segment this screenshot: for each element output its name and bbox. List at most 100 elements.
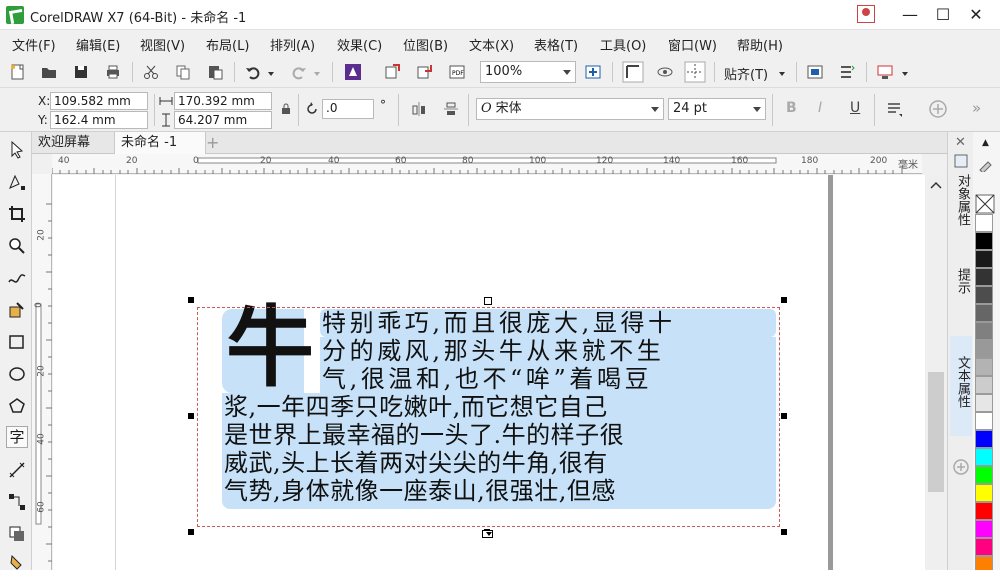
italic-icon[interactable]: I	[818, 100, 822, 116]
horizontal-ruler[interactable]: 40 20 0 20 40 60 80 100 120 140 160 180 …	[52, 154, 922, 174]
minimize-button[interactable]: —	[895, 2, 925, 28]
application-launcher-icon[interactable]	[838, 63, 856, 81]
print-icon[interactable]	[104, 63, 122, 81]
undo-icon[interactable]	[244, 63, 262, 81]
selection-handle[interactable]	[188, 413, 194, 419]
height-field[interactable]: 64.207 mm	[174, 111, 272, 129]
snap-dropdown-icon[interactable]	[777, 65, 787, 83]
import-icon[interactable]	[384, 63, 402, 81]
palette-scroll-up-icon[interactable]: ▲	[982, 138, 989, 148]
font-list-combo[interactable]: O 宋体	[476, 98, 664, 120]
menu-tools[interactable]: 工具(O)	[600, 35, 646, 54]
rotation-angle-field[interactable]: .0	[322, 99, 374, 119]
export-icon[interactable]	[416, 63, 434, 81]
ellipse-tool-icon[interactable]	[7, 364, 27, 384]
user-account-icon[interactable]	[857, 5, 875, 23]
mirror-horizontal-icon[interactable]	[410, 100, 428, 118]
color-swatch[interactable]	[975, 250, 993, 268]
open-folder-icon[interactable]	[40, 63, 58, 81]
color-swatch[interactable]	[975, 394, 993, 412]
connector-tool-icon[interactable]	[7, 492, 27, 512]
launch-dropdown-icon[interactable]	[900, 65, 910, 83]
color-swatch[interactable]	[975, 268, 993, 286]
font-size-combo[interactable]: 24 pt	[668, 98, 766, 120]
selection-handle[interactable]	[781, 297, 787, 303]
docker-tab-text-properties[interactable]: 文本属性	[950, 336, 972, 436]
color-swatch[interactable]	[975, 520, 993, 538]
publish-pdf-icon[interactable]: PDF	[448, 63, 466, 81]
color-swatch[interactable]	[975, 232, 993, 250]
color-swatch[interactable]	[975, 376, 993, 394]
color-swatch[interactable]	[975, 538, 993, 556]
maximize-button[interactable]: ☐	[928, 2, 958, 28]
shape-tool-icon[interactable]	[7, 172, 27, 192]
new-document-icon[interactable]	[9, 63, 27, 81]
color-swatch[interactable]	[975, 214, 993, 232]
polygon-tool-icon[interactable]	[7, 396, 27, 416]
vertical-ruler[interactable]: 20 0 20 40 60	[32, 174, 52, 570]
interactive-fill-tool-icon[interactable]	[7, 552, 27, 570]
scrollbar-thumb[interactable]	[928, 372, 944, 492]
color-swatch[interactable]	[975, 340, 993, 358]
add-tab-icon[interactable]: +	[206, 133, 219, 152]
undo-dropdown-icon[interactable]	[266, 65, 276, 83]
underline-icon[interactable]: U	[850, 100, 860, 116]
paragraph-text-frame[interactable]	[197, 307, 780, 527]
menu-help[interactable]: 帮助(H)	[737, 35, 783, 54]
text-alignment-icon[interactable]	[886, 100, 904, 118]
color-swatch[interactable]	[975, 286, 993, 304]
full-screen-preview-icon[interactable]	[584, 63, 602, 81]
more-chevron-icon[interactable]: »	[972, 99, 981, 117]
save-icon[interactable]	[72, 63, 90, 81]
snap-to-dropdown[interactable]: 贴齐(T)	[724, 64, 768, 83]
palette-eyedropper-icon[interactable]	[977, 158, 995, 172]
zoom-level-combo[interactable]: 100%	[480, 61, 576, 83]
docker-tab-object-properties[interactable]: 对象属性	[950, 174, 972, 244]
x-position-field[interactable]: 109.582 mm	[50, 92, 148, 110]
redo-dropdown-icon[interactable]	[312, 65, 322, 83]
drop-shadow-tool-icon[interactable]	[7, 524, 27, 544]
rectangle-tool-icon[interactable]	[7, 332, 27, 352]
cut-icon[interactable]	[142, 63, 160, 81]
scroll-up-icon[interactable]	[930, 180, 942, 190]
options-icon[interactable]	[806, 63, 824, 81]
selection-handle[interactable]	[188, 297, 194, 303]
text-tool-icon[interactable]: 字	[6, 426, 28, 448]
crop-tool-icon[interactable]	[7, 204, 27, 224]
menu-table[interactable]: 表格(T)	[534, 35, 578, 54]
color-swatch[interactable]	[975, 484, 993, 502]
color-swatch[interactable]	[975, 322, 993, 340]
add-docker-icon[interactable]	[952, 458, 970, 476]
color-swatch[interactable]	[975, 358, 993, 376]
width-field[interactable]: 170.392 mm	[174, 92, 272, 110]
close-docker-icon[interactable]: ✕	[955, 135, 966, 150]
add-icon[interactable]	[928, 99, 948, 119]
show-guidelines-icon[interactable]	[684, 61, 706, 83]
menu-text[interactable]: 文本(X)	[469, 35, 514, 54]
paste-icon[interactable]	[206, 63, 224, 81]
selection-handle[interactable]	[781, 413, 787, 419]
no-color-swatch[interactable]	[975, 194, 995, 214]
menu-effects[interactable]: 效果(C)	[337, 35, 382, 54]
color-swatch[interactable]	[975, 466, 993, 484]
launch-icon[interactable]	[876, 63, 894, 81]
copy-icon[interactable]	[174, 63, 192, 81]
color-swatch[interactable]	[975, 502, 993, 520]
tab-untitled-1[interactable]: 未命名 -1	[114, 132, 206, 154]
selection-handle[interactable]	[188, 529, 194, 535]
parallel-dimension-tool-icon[interactable]	[7, 460, 27, 480]
menu-edit[interactable]: 编辑(E)	[76, 35, 120, 54]
tab-welcome-screen[interactable]: 欢迎屏幕	[32, 132, 96, 154]
selection-handle[interactable]	[781, 529, 787, 535]
color-swatch[interactable]	[975, 556, 993, 570]
mirror-vertical-icon[interactable]	[442, 100, 460, 118]
menu-arrange[interactable]: 排列(A)	[270, 35, 315, 54]
y-position-field[interactable]: 162.4 mm	[50, 111, 148, 129]
color-swatch[interactable]	[975, 430, 993, 448]
close-button[interactable]: ✕	[961, 2, 991, 28]
redo-icon[interactable]	[290, 63, 308, 81]
bold-icon[interactable]: B	[786, 100, 797, 116]
menu-file[interactable]: 文件(F)	[12, 35, 56, 54]
color-swatch[interactable]	[975, 304, 993, 322]
pick-tool-icon[interactable]	[7, 140, 27, 160]
